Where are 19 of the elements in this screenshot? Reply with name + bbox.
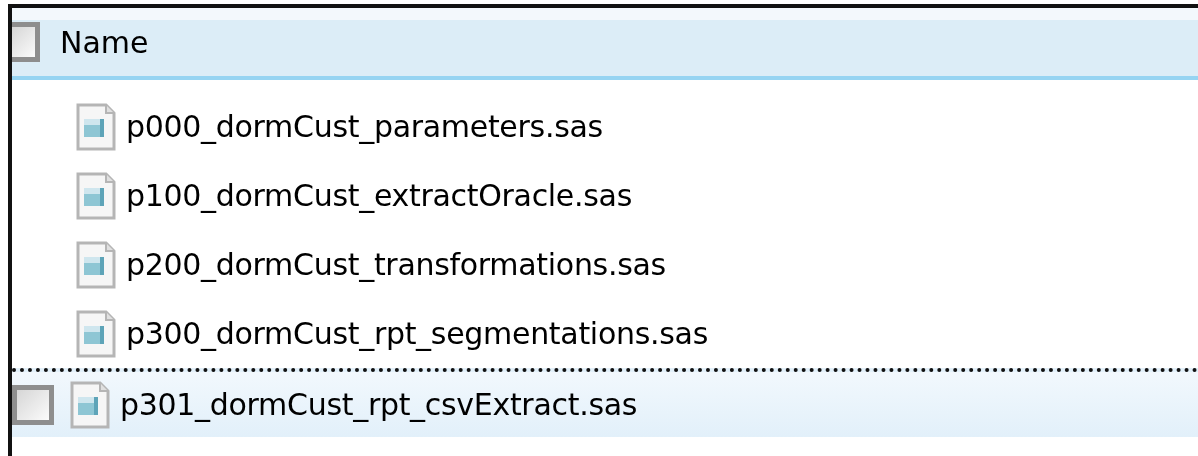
column-label: Name (59, 24, 149, 60)
file-icon (76, 102, 116, 151)
select-all-checkbox[interactable] (12, 22, 40, 62)
row-checkbox[interactable] (12, 384, 54, 425)
file-row[interactable]: p100_dormCust_extractOracle.sas (12, 161, 1198, 230)
file-row[interactable]: p000_dormCust_parameters.sas (12, 92, 1198, 161)
file-icon (76, 171, 116, 220)
file-row[interactable]: p200_dormCust_transformations.sas (12, 230, 1198, 299)
column-header[interactable]: Name (12, 8, 1198, 80)
file-icon (76, 309, 116, 358)
file-icon (70, 380, 110, 429)
file-icon (76, 240, 116, 289)
file-name: p301_dormCust_rpt_csvExtract.sas (120, 387, 638, 422)
file-name: p100_dormCust_extractOracle.sas (126, 178, 632, 213)
file-row[interactable]: p300_dormCust_rpt_segmentations.sas (12, 299, 1198, 368)
file-name: p300_dormCust_rpt_segmentations.sas (126, 316, 708, 351)
file-name: p200_dormCust_transformations.sas (126, 247, 666, 282)
file-row[interactable]: p301_dormCust_rpt_csvExtract.sas (12, 368, 1198, 437)
file-name: p000_dormCust_parameters.sas (126, 109, 603, 144)
